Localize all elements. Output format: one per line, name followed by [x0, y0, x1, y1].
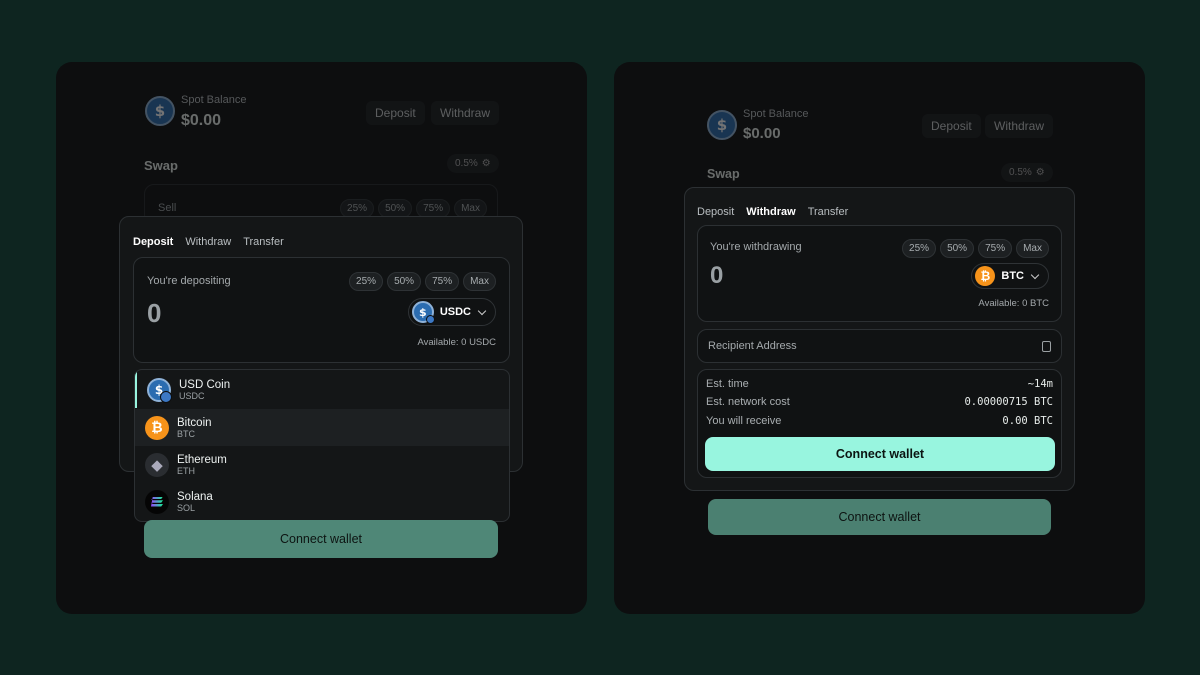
- withdraw-button[interactable]: Withdraw: [431, 101, 500, 125]
- token-symbol: USDC: [179, 390, 205, 401]
- spot-balance-label: Spot Balance: [181, 94, 247, 106]
- deposit-button[interactable]: Deposit: [922, 114, 981, 138]
- tab-withdraw[interactable]: Withdraw: [185, 236, 231, 248]
- token-symbol: ETH: [177, 465, 195, 476]
- withdraw-input-card: You're withdrawing 25% 50% 75% Max 0 ₿ BTC …: [697, 225, 1062, 322]
- token-option-usdc[interactable]: $ USD Coin USDC: [135, 371, 509, 408]
- clipboard-icon[interactable]: [1042, 340, 1051, 352]
- slippage-value: 0.5%: [455, 158, 478, 169]
- amount-pills: 25% 50% 75% Max: [898, 238, 1049, 258]
- est-label: Est. time: [706, 378, 749, 390]
- tab-bar: Deposit Withdraw Transfer: [133, 232, 296, 250]
- gear-icon: ⚙: [1035, 167, 1045, 178]
- gear-icon: ⚙: [481, 158, 491, 169]
- swap-title: Swap: [707, 167, 740, 181]
- usdc-icon: $: [411, 301, 435, 324]
- usdc-icon: $: [147, 377, 172, 403]
- withdraw-panel: $ Spot Balance $0.00 Deposit Withdraw Sw…: [614, 62, 1145, 614]
- token-selector[interactable]: ₿ BTC: [971, 263, 1049, 289]
- eth-icon: ◆: [145, 452, 169, 477]
- est-label: You will receive: [706, 415, 782, 427]
- token-option-eth[interactable]: ◆ Ethereum ETH: [135, 446, 509, 483]
- tab-deposit[interactable]: Deposit: [133, 236, 173, 248]
- est-time-row: Est. time ~14m: [706, 378, 1053, 390]
- depositing-label: You're depositing: [147, 275, 231, 287]
- btc-icon: ₿: [145, 415, 169, 440]
- token-name: USD Coin: [179, 378, 231, 391]
- token-name: Solana: [177, 490, 213, 503]
- connect-wallet-button[interactable]: Connect wallet: [705, 437, 1055, 471]
- tab-deposit[interactable]: Deposit: [697, 206, 734, 218]
- withdrawing-label: You're withdrawing: [710, 241, 802, 253]
- usdc-icon: $: [707, 110, 737, 140]
- token-name: Ethereum: [177, 453, 227, 466]
- spot-balance-label: Spot Balance: [743, 108, 809, 120]
- recipient-address-field[interactable]: Recipient Address: [697, 329, 1062, 363]
- spot-balance-value: $0.00: [743, 125, 781, 142]
- tab-bar: Deposit Withdraw Transfer: [697, 202, 860, 220]
- withdraw-button[interactable]: Withdraw: [985, 114, 1054, 138]
- pill-25[interactable]: 25%: [902, 239, 937, 258]
- est-value: 0.00 BTC: [1002, 415, 1053, 427]
- chevron-down-icon: [477, 306, 487, 315]
- est-label: Est. network cost: [706, 396, 790, 408]
- tab-withdraw[interactable]: Withdraw: [746, 206, 795, 218]
- token-name: Bitcoin: [177, 416, 212, 429]
- tab-transfer[interactable]: Transfer: [243, 236, 284, 248]
- amount-input[interactable]: 0: [710, 262, 723, 290]
- token-option-btc[interactable]: ₿ Bitcoin BTC: [135, 409, 509, 446]
- pill-50[interactable]: 50%: [940, 239, 975, 258]
- sol-icon: [145, 489, 169, 514]
- pill-75[interactable]: 75%: [978, 239, 1013, 258]
- slippage-button[interactable]: 0.5% ⚙: [1001, 163, 1053, 182]
- pill-75[interactable]: 75%: [425, 272, 460, 291]
- est-value: ~14m: [1027, 378, 1053, 390]
- token-symbol: USDC: [439, 306, 471, 318]
- spot-balance-value: $0.00: [181, 112, 222, 129]
- sell-label: Sell: [158, 202, 177, 214]
- pill-max[interactable]: Max: [463, 272, 496, 291]
- token-selector[interactable]: $ USDC: [407, 298, 496, 326]
- slippage-button[interactable]: 0.5% ⚙: [447, 154, 499, 173]
- token-option-sol[interactable]: Solana SOL: [135, 483, 509, 520]
- token-symbol: BTC: [177, 428, 195, 439]
- token-symbol: BTC: [1001, 270, 1024, 282]
- usdc-icon: $: [145, 96, 175, 126]
- recipient-address-placeholder: Recipient Address: [708, 340, 797, 352]
- withdraw-card: Deposit Withdraw Transfer You're withdrawi…: [684, 187, 1075, 491]
- est-network-cost-row: Est. network cost 0.00000715 BTC: [706, 396, 1053, 408]
- deposit-button[interactable]: Deposit: [366, 101, 425, 125]
- connect-wallet-button[interactable]: Connect wallet: [144, 520, 498, 558]
- you-will-receive-row: You will receive 0.00 BTC: [706, 415, 1053, 427]
- amount-input[interactable]: 0: [147, 298, 161, 329]
- tab-transfer[interactable]: Transfer: [808, 206, 849, 218]
- amount-pills: 25% 50% 75% Max: [345, 271, 496, 291]
- token-symbol: SOL: [177, 502, 196, 513]
- available-balance: Available: 0 BTC: [978, 298, 1049, 309]
- sell-pills: 25% 50% 75% Max: [336, 198, 487, 218]
- pill-50[interactable]: 50%: [387, 272, 422, 291]
- slippage-value: 0.5%: [1009, 167, 1032, 178]
- estimate-card: Est. time ~14m Est. network cost 0.0000071…: [697, 369, 1062, 478]
- deposit-panel: $ Spot Balance $0.00 Deposit Withdraw Sw…: [56, 62, 587, 614]
- available-balance: Available: 0 USDC: [417, 337, 496, 348]
- pill-25[interactable]: 25%: [349, 272, 384, 291]
- connect-wallet-button-background[interactable]: Connect wallet: [708, 499, 1051, 535]
- chevron-down-icon: [1030, 270, 1040, 279]
- token-dropdown: $ USD Coin USDC ₿ Bitcoin BTC ◆ Ethereum ET…: [134, 369, 510, 522]
- deposit-input-card: You're depositing 25% 50% 75% Max 0 $ USDC …: [133, 257, 510, 363]
- btc-icon: ₿: [975, 266, 996, 286]
- pill-max[interactable]: Max: [1016, 239, 1049, 258]
- swap-title: Swap: [144, 158, 178, 173]
- est-value: 0.00000715 BTC: [964, 396, 1053, 408]
